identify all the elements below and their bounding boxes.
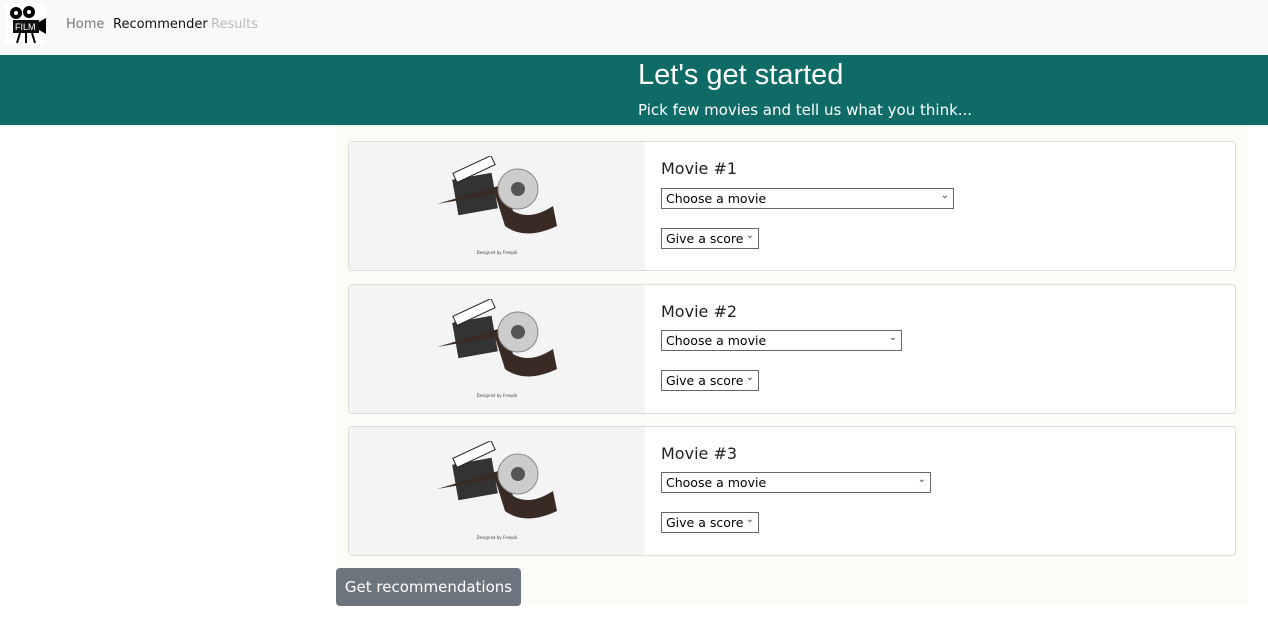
nav-recommender[interactable]: Recommender xyxy=(113,17,208,32)
movie-card: Designed by Freepik Movie #3 Choose a mo… xyxy=(348,426,1236,556)
chevron-down-icon: ⌄ xyxy=(888,332,897,343)
movie-select[interactable]: Choose a movie ⌄ xyxy=(661,188,954,209)
movie-select[interactable]: Choose a movie ⌄ xyxy=(661,330,902,351)
nav-home[interactable]: Home xyxy=(66,17,104,32)
movie-card: Designed by Freepik Movie #1 Choose a mo… xyxy=(348,141,1236,271)
navbar: FILM Home Recommender Results xyxy=(0,0,1268,55)
get-recommendations-button[interactable]: Get recommendations xyxy=(336,568,521,606)
chevron-down-icon: ⌄ xyxy=(745,514,754,525)
score-select[interactable]: Give a score ⌄ xyxy=(661,512,759,533)
score-select[interactable]: Give a score ⌄ xyxy=(661,370,759,391)
chevron-down-icon: ⌄ xyxy=(917,474,926,485)
movie-title: Movie #3 xyxy=(661,444,738,463)
movie-card: Designed by Freepik Movie #2 Choose a mo… xyxy=(348,284,1236,414)
svg-text:FILM: FILM xyxy=(15,22,36,32)
page-title: Let's get started xyxy=(638,59,844,91)
image-credit: Designed by Freepik xyxy=(476,250,518,255)
score-select-value: Give a score xyxy=(666,231,744,246)
movie-placeholder-image: Designed by Freepik xyxy=(349,142,645,270)
movie-title: Movie #2 xyxy=(661,302,738,321)
chevron-down-icon: ⌄ xyxy=(745,230,754,241)
movie-title: Movie #1 xyxy=(661,159,738,178)
hero-banner: Let's get started Pick few movies and te… xyxy=(0,55,1268,125)
nav-results[interactable]: Results xyxy=(211,17,258,32)
score-select-value: Give a score xyxy=(666,515,744,530)
score-select-value: Give a score xyxy=(666,373,744,388)
movie-placeholder-image: Designed by Freepik xyxy=(349,285,645,413)
image-credit: Designed by Freepik xyxy=(476,535,518,540)
film-camera-logo[interactable]: FILM xyxy=(5,4,46,44)
movie-select-value: Choose a movie xyxy=(666,333,767,348)
movie-placeholder-image: Designed by Freepik xyxy=(349,427,645,555)
movie-form: Designed by Freepik Movie #1 Choose a mo… xyxy=(336,125,1248,606)
movie-select[interactable]: Choose a movie ⌄ xyxy=(661,472,931,493)
page-subtitle: Pick few movies and tell us what you thi… xyxy=(638,101,973,119)
score-select[interactable]: Give a score ⌄ xyxy=(661,228,759,249)
movie-select-value: Choose a movie xyxy=(666,475,767,490)
image-credit: Designed by Freepik xyxy=(476,393,518,398)
chevron-down-icon: ⌄ xyxy=(745,372,754,383)
chevron-down-icon: ⌄ xyxy=(940,190,949,201)
movie-select-value: Choose a movie xyxy=(666,191,767,206)
